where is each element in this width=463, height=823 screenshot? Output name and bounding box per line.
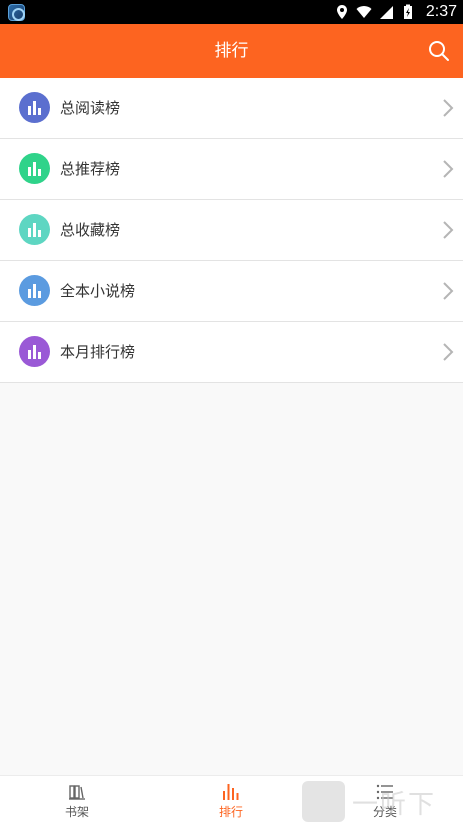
chevron-right-icon — [443, 343, 454, 361]
ranking-row[interactable]: 本月排行榜 — [0, 322, 463, 383]
tab-bookshelf-label: 书架 — [64, 805, 89, 819]
status-bar: 2:37 — [0, 0, 463, 24]
page-title: 排行 — [214, 41, 249, 61]
watermark-text: 一听下载 — [352, 790, 437, 820]
watermark-logo — [302, 781, 345, 822]
ranking-row[interactable]: 总推荐榜 — [0, 139, 463, 200]
battery-icon — [403, 4, 412, 19]
ranking-icon — [223, 784, 239, 800]
status-icons: 2:37 — [334, 0, 457, 24]
watermark: 一听下载 — [302, 778, 463, 823]
tab-ranking-label: 排行 — [218, 805, 243, 819]
ranking-label: 本月排行榜 — [60, 343, 136, 361]
tab-bookshelf[interactable]: 书架 — [0, 776, 154, 823]
tab-ranking[interactable]: 排行 — [154, 776, 308, 823]
ranking-row[interactable]: 全本小说榜 — [0, 261, 463, 322]
app-icon — [8, 4, 25, 21]
clock: 2:37 — [425, 3, 457, 20]
ranking-label: 总收藏榜 — [60, 221, 121, 239]
signal-icon — [379, 6, 393, 19]
ranking-row[interactable]: 总收藏榜 — [0, 200, 463, 261]
location-icon — [336, 5, 347, 19]
bookshelf-icon — [69, 785, 85, 800]
bar-chart-icon — [19, 92, 50, 123]
bar-chart-icon — [19, 275, 50, 306]
app-bar: 排行 — [0, 24, 463, 78]
search-icon[interactable] — [427, 39, 451, 63]
ranking-row[interactable]: 总阅读榜 — [0, 78, 463, 139]
chevron-right-icon — [443, 282, 454, 300]
chevron-right-icon — [443, 160, 454, 178]
ranking-label: 总阅读榜 — [60, 99, 121, 117]
ranking-list: 总阅读榜总推荐榜总收藏榜全本小说榜本月排行榜 — [0, 78, 463, 383]
bar-chart-icon — [19, 153, 50, 184]
ranking-label: 全本小说榜 — [60, 282, 136, 300]
bar-chart-icon — [19, 336, 50, 367]
ranking-label: 总推荐榜 — [60, 160, 121, 178]
chevron-right-icon — [443, 221, 454, 239]
bar-chart-icon — [19, 214, 50, 245]
wifi-icon — [356, 6, 372, 18]
chevron-right-icon — [443, 99, 454, 117]
